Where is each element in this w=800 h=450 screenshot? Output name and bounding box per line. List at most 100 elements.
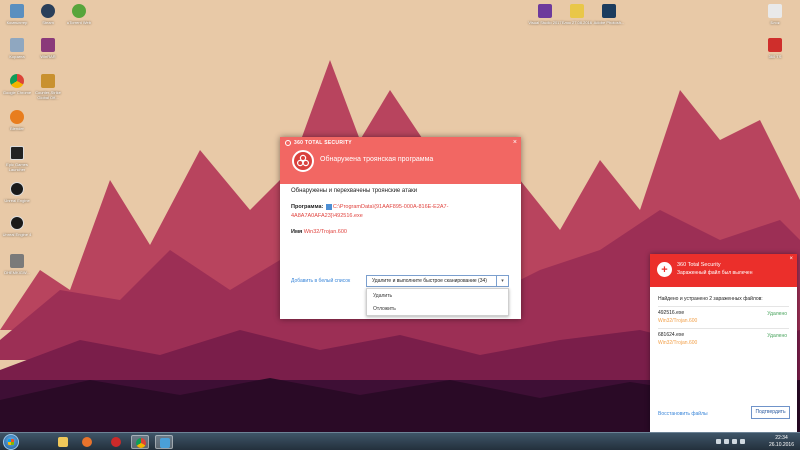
name-label: Имя	[291, 229, 303, 235]
desktop-icon-label: Google Chrome	[2, 90, 32, 95]
desktop-icon-label: Блок 27.08.2016	[561, 20, 593, 25]
taskbar-media-player[interactable]	[78, 435, 96, 449]
desktop-icon-label: Visual Studio 2017	[528, 20, 562, 25]
tray-network-icon[interactable]	[724, 439, 729, 444]
executable-icon	[325, 203, 332, 210]
360-security-icon	[160, 438, 170, 448]
taskbar-chrome[interactable]	[131, 435, 149, 449]
unreal-engine-icon	[10, 216, 24, 230]
desktop-icon-steam[interactable]: Steam	[31, 4, 65, 25]
desktop-icon-label: Adobe Photosh...	[593, 20, 625, 25]
desktop-icon-recycle-bin[interactable]: Корзина	[0, 38, 34, 59]
desktop-icon-file[interactable]: DHEMKIGW...	[0, 254, 34, 275]
desktop-icon-360ts[interactable]: 360 TS	[758, 38, 792, 59]
add-to-whitelist-link[interactable]: Добавить в белый список	[291, 278, 350, 284]
blender-icon	[10, 110, 24, 124]
desktop-icon-csgo[interactable]: Counter-Strike Global Off...	[31, 74, 65, 100]
computer-icon	[10, 4, 24, 18]
epic-games-icon	[10, 146, 24, 160]
clock-time: 22:34	[775, 435, 788, 441]
close-button[interactable]: ×	[513, 139, 517, 147]
taskbar-360-security[interactable]	[155, 435, 173, 449]
divider	[658, 306, 789, 307]
brand: 360 TOTAL SECURITY	[285, 140, 352, 146]
desktop-icon-epic-games[interactable]: Epic Games Launcher	[0, 146, 34, 172]
restore-files-link[interactable]: Восстановить файлы	[658, 411, 708, 417]
desktop-icon-label: Blender	[10, 126, 24, 131]
chrome-icon	[10, 74, 24, 88]
infected-threat-name: Win32/Trojan.600	[658, 340, 698, 346]
infected-threat-name: Win32/Trojan.600	[658, 318, 698, 324]
desktop-icon-unreal-engine[interactable]: Unreal Engine	[0, 182, 34, 203]
found-summary: Найдено и устранено 2 зараженных файлов:	[658, 296, 763, 302]
windows-logo-icon	[8, 439, 14, 445]
photoshop-icon	[602, 4, 616, 18]
desktop-icon-blender[interactable]: Blender	[0, 110, 34, 131]
brand-name: 360 TOTAL SECURITY	[294, 140, 352, 146]
desktop-icon-notepad-folder[interactable]: Блок 27.08.2016	[560, 4, 594, 25]
clock-date: 26.10.2016	[768, 442, 794, 448]
desktop-icon-computer[interactable]: Компьютер	[0, 4, 34, 25]
removed-status: Удалено	[767, 311, 787, 317]
desktop-icon-label: Epic Games Launcher	[6, 162, 28, 172]
taskbar-clock[interactable]: 22:34 26.10.2016	[769, 435, 794, 449]
desktop-icon-photoshop[interactable]: Adobe Photosh...	[592, 4, 626, 25]
tray-language-icon[interactable]	[740, 439, 745, 444]
dropdown-item-postpone[interactable]: Отложить	[373, 306, 396, 312]
tray-flag-icon[interactable]	[716, 439, 721, 444]
360-plus-icon: +	[657, 262, 672, 277]
desktop-icon-utorrent[interactable]: uTorrent Web	[62, 4, 96, 25]
removed-status: Удалено	[767, 333, 787, 339]
taskbar-recorder[interactable]	[107, 435, 125, 449]
infected-file-name: 681624.exe	[658, 332, 685, 338]
confirm-button[interactable]: Подтвердить	[751, 406, 790, 419]
utorrent-icon	[72, 4, 86, 18]
unreal-engine-icon	[10, 182, 24, 196]
taskbar-explorer[interactable]	[54, 435, 72, 449]
dropdown-item-delete[interactable]: Удалить	[373, 293, 392, 299]
record-icon	[111, 437, 121, 447]
file-icon	[10, 254, 24, 268]
recycle-bin-icon	[10, 38, 24, 52]
start-button[interactable]	[3, 434, 19, 450]
desktop-icon-unreal-engine-4[interactable]: Unreal Engine 4	[0, 216, 34, 237]
program-label: Программа:	[291, 204, 324, 210]
tray-volume-icon[interactable]	[732, 439, 737, 444]
notification-app-name: 360 Total Security	[677, 262, 721, 268]
biohazard-icon	[292, 150, 314, 172]
steam-icon	[41, 4, 55, 18]
desktop-icon-label: Блок	[770, 20, 780, 25]
folder-icon	[58, 437, 68, 447]
divider	[658, 328, 789, 329]
desktop-icon-visual-studio[interactable]: Visual Studio 2017	[528, 4, 562, 25]
media-player-icon	[82, 437, 92, 447]
notification-message: Зараженный файл был вылечен	[677, 270, 753, 276]
csgo-icon	[41, 74, 55, 88]
winrar-icon	[41, 38, 55, 52]
desktop-icon-chrome[interactable]: Google Chrome	[0, 74, 34, 95]
dialog-subtitle: Обнаружены и перехвачены троянские атаки	[291, 188, 418, 194]
desktop-icon-notepad[interactable]: Блок	[758, 4, 792, 25]
chevron-down-icon[interactable]: ▾	[496, 276, 508, 286]
desktop-icon-label: Корзина	[9, 54, 25, 59]
threat-name: Win32/Trojan.600	[303, 229, 347, 235]
desktop-icon-label: DHEMKIGW...	[4, 270, 30, 275]
dialog-title: Обнаружена троянская программа	[320, 156, 434, 163]
desktop-icon-label: 360 TS	[768, 54, 782, 59]
action-select[interactable]: Удалите и выполните быстрое сканирование…	[366, 275, 509, 287]
action-dropdown-menu: Удалить Отложить	[366, 288, 509, 316]
name-row: Имя Win32/Trojan.600	[291, 229, 347, 235]
visual-studio-icon	[538, 4, 552, 18]
360-security-icon	[768, 38, 782, 52]
360-logo-icon	[285, 140, 291, 146]
chrome-icon	[136, 438, 146, 448]
folder-icon	[570, 4, 584, 18]
desktop-icon-label: Компьютер	[6, 20, 28, 25]
taskbar: 22:34 26.10.2016	[0, 432, 800, 450]
desktop-icon-label: uTorrent Web	[67, 20, 91, 25]
notification-close-button[interactable]: ×	[789, 256, 793, 262]
infected-file-name: 492516.exe	[658, 310, 685, 316]
desktop-icon-winrar[interactable]: WinRAR	[31, 38, 65, 59]
desktop-icon-label: WinRAR	[40, 54, 56, 59]
desktop-icon-label: Steam	[42, 20, 54, 25]
